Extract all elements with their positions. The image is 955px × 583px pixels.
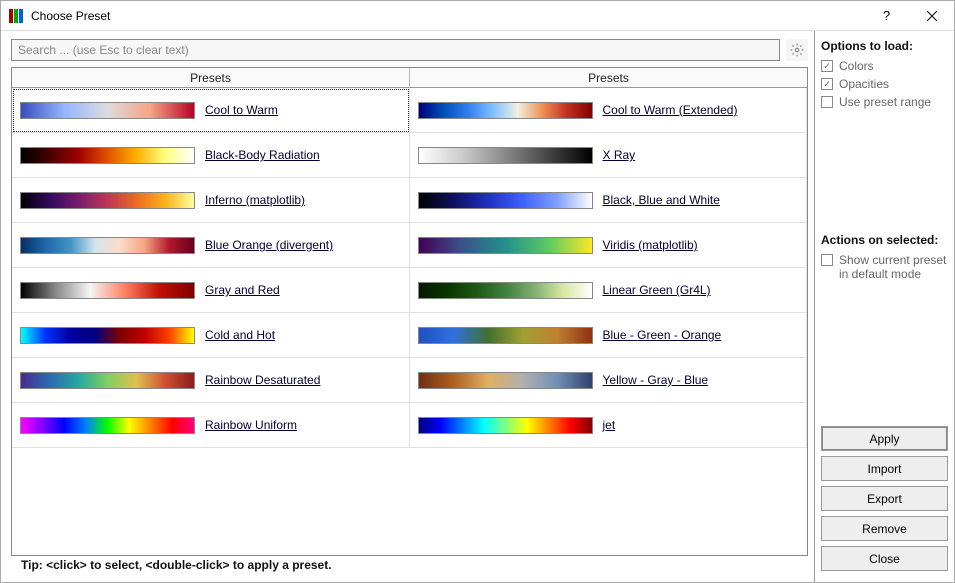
preset-item[interactable]: Cool to Warm [12, 88, 410, 133]
preset-item[interactable]: Rainbow Uniform [12, 403, 410, 448]
preset-item[interactable]: Black-Body Radiation [12, 133, 410, 178]
preset-item[interactable]: Linear Green (Gr4L) [410, 268, 808, 313]
colormap-swatch [20, 372, 195, 389]
help-button[interactable]: ? [864, 1, 909, 31]
preset-name: Gray and Red [205, 283, 280, 297]
preset-item[interactable]: Yellow - Gray - Blue [410, 358, 808, 403]
preset-name: Yellow - Gray - Blue [603, 373, 709, 387]
preset-name: Cold and Hot [205, 328, 275, 342]
preset-name: Blue Orange (divergent) [205, 238, 333, 252]
colormap-swatch [20, 102, 195, 119]
preset-name: Rainbow Uniform [205, 418, 297, 432]
checkbox-icon [821, 96, 833, 108]
preset-name: jet [603, 418, 616, 432]
preset-name: Viridis (matplotlib) [603, 238, 698, 252]
colormap-swatch [20, 237, 195, 254]
actions-heading: Actions on selected: [821, 233, 948, 247]
preset-name: Cool to Warm [205, 103, 278, 117]
apply-button[interactable]: Apply [821, 426, 948, 451]
search-input[interactable] [11, 39, 780, 61]
preset-name: Inferno (matplotlib) [205, 193, 305, 207]
checkbox-label: Opacities [839, 77, 889, 91]
checkbox-icon [821, 254, 833, 266]
colormap-swatch [20, 282, 195, 299]
checkbox-icon [821, 60, 833, 72]
preset-name: Black, Blue and White [603, 193, 720, 207]
remove-button[interactable]: Remove [821, 516, 948, 541]
checkbox-label: Use preset range [839, 95, 931, 109]
use-preset-range-checkbox[interactable]: Use preset range [821, 95, 948, 109]
import-button[interactable]: Import [821, 456, 948, 481]
settings-button[interactable] [786, 39, 808, 61]
colormap-swatch [418, 237, 593, 254]
preset-item[interactable]: Viridis (matplotlib) [410, 223, 808, 268]
preset-name: Rainbow Desaturated [205, 373, 320, 387]
preset-item[interactable]: Blue Orange (divergent) [12, 223, 410, 268]
colormap-swatch [418, 372, 593, 389]
preset-item[interactable]: Blue - Green - Orange [410, 313, 808, 358]
show-default-checkbox[interactable]: Show current preset in default mode [821, 253, 948, 281]
column-header-left[interactable]: Presets [12, 68, 410, 88]
preset-item[interactable]: Black, Blue and White [410, 178, 808, 223]
preset-item[interactable]: jet [410, 403, 808, 448]
colormap-swatch [418, 282, 593, 299]
preset-item[interactable]: Cold and Hot [12, 313, 410, 358]
column-header-right[interactable]: Presets [410, 68, 807, 88]
preset-item[interactable]: X Ray [410, 133, 808, 178]
colormap-swatch [418, 417, 593, 434]
close-window-button[interactable] [909, 1, 954, 31]
colormap-swatch [20, 327, 195, 344]
preset-name: Linear Green (Gr4L) [603, 283, 711, 297]
window-title: Choose Preset [31, 9, 864, 23]
preset-name: Cool to Warm (Extended) [603, 103, 738, 117]
colormap-swatch [20, 192, 195, 209]
preset-item[interactable]: Gray and Red [12, 268, 410, 313]
checkbox-label: Show current preset in default mode [839, 253, 948, 281]
gear-icon [790, 43, 804, 57]
checkbox-label: Colors [839, 59, 874, 73]
preset-name: Blue - Green - Orange [603, 328, 722, 342]
preset-name: Black-Body Radiation [205, 148, 320, 162]
export-button[interactable]: Export [821, 486, 948, 511]
colormap-swatch [418, 147, 593, 164]
options-heading: Options to load: [821, 39, 948, 53]
title-bar: Choose Preset ? [1, 1, 954, 31]
preset-name: X Ray [603, 148, 636, 162]
preset-item[interactable]: Cool to Warm (Extended) [410, 88, 808, 133]
app-icon [9, 9, 23, 23]
presets-table: Presets Presets Cool to Warm Cool to Warm… [11, 67, 808, 556]
colormap-swatch [418, 102, 593, 119]
opacities-checkbox[interactable]: Opacities [821, 77, 948, 91]
close-button[interactable]: Close [821, 546, 948, 571]
tip-text: Tip: <click> to select, <double-click> t… [11, 556, 808, 576]
checkbox-icon [821, 78, 833, 90]
colormap-swatch [418, 192, 593, 209]
preset-item[interactable]: Rainbow Desaturated [12, 358, 410, 403]
colormap-swatch [418, 327, 593, 344]
colormap-swatch [20, 417, 195, 434]
preset-item[interactable]: Inferno (matplotlib) [12, 178, 410, 223]
colors-checkbox[interactable]: Colors [821, 59, 948, 73]
colormap-swatch [20, 147, 195, 164]
